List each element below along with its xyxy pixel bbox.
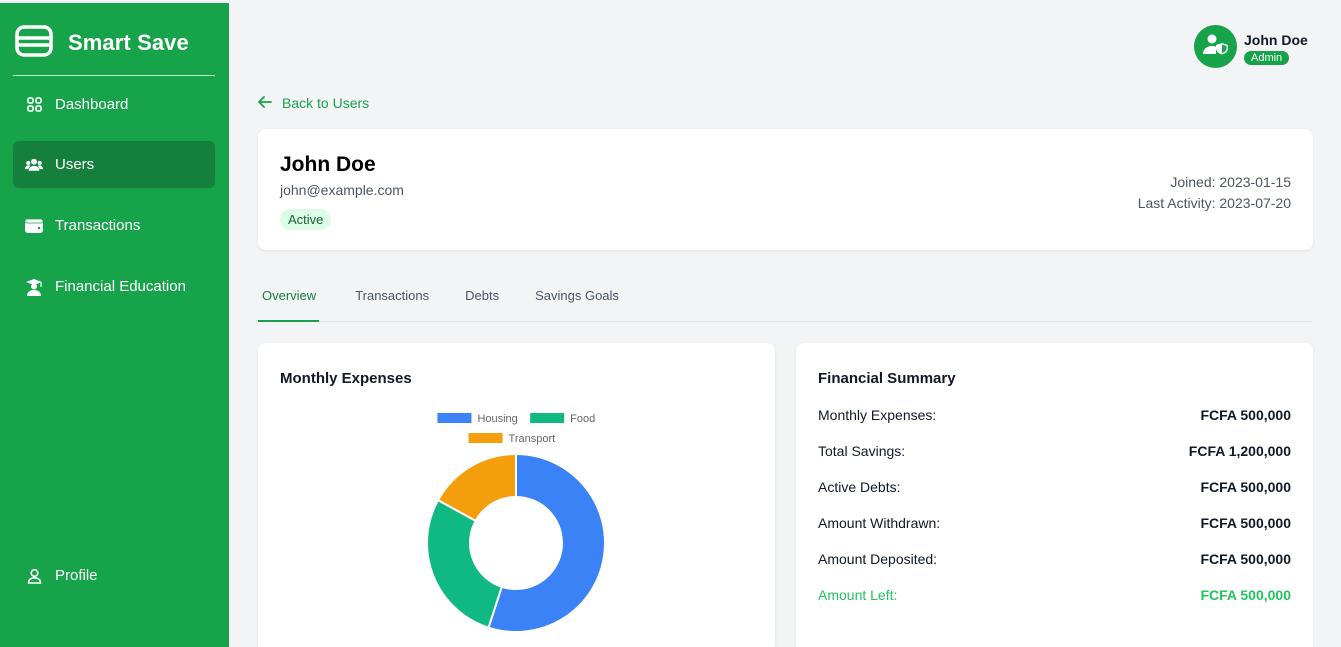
summary-label: Total Savings: [818,443,906,459]
sidebar-item-label: Dashboard [55,96,129,113]
tab-bar: Overview Transactions Debts Savings Goal… [258,278,1313,322]
sidebar-item-profile[interactable]: Profile [13,552,215,599]
brand[interactable]: Smart Save [14,23,189,63]
sidebar-item-transactions[interactable]: Transactions [13,202,215,249]
summary-label: Amount Deposited: [818,551,938,567]
back-link-label: Back to Users [282,95,370,111]
summary-list: Monthly Expenses: FCFA 500,000 Total Sav… [818,407,1291,623]
monthly-expenses-card: Monthly Expenses Housing Food Transport [258,343,775,647]
summary-value: FCFA 500,000 [1200,515,1291,531]
financial-summary-card: Financial Summary Monthly Expenses: FCFA… [796,343,1313,647]
sidebar-item-users[interactable]: Users [13,141,215,188]
graduation-icon [25,278,43,296]
legend-label-housing[interactable]: Housing [477,413,517,425]
sidebar: Smart Save Dashboard Users Transactions … [0,3,229,647]
summary-value: FCFA 1,200,000 [1188,443,1291,459]
sidebar-item-label: Financial Education [55,278,186,295]
last-activity-date: Last Activity: 2023-07-20 [1137,195,1291,211]
legend-swatch-housing[interactable] [437,413,472,423]
avatar [1194,25,1237,68]
tab-debts[interactable]: Debts [465,278,499,321]
summary-label: Amount Left: [818,587,898,603]
summary-value: FCFA 500,000 [1200,587,1291,603]
summary-value: FCFA 500,000 [1200,479,1291,495]
back-to-users-link[interactable]: Back to Users [258,95,369,111]
person-icon [25,567,43,585]
expenses-doughnut-chart: Housing Food Transport [426,413,606,633]
summary-row-total-savings: Total Savings: FCFA 1,200,000 [818,443,1291,479]
logo-icon [14,24,54,63]
legend-swatch-food[interactable] [530,413,565,423]
legend-label-transport[interactable]: Transport [509,433,556,445]
sidebar-item-dashboard[interactable]: Dashboard [13,81,215,128]
tab-transactions[interactable]: Transactions [355,278,429,321]
sidebar-item-label: Profile [55,567,98,584]
role-badge: Admin [1244,51,1290,65]
sidebar-item-financial-education[interactable]: Financial Education [13,263,215,310]
sidebar-item-label: Users [55,156,95,173]
summary-label: Amount Withdrawn: [818,515,941,531]
summary-value: FCFA 500,000 [1200,551,1291,567]
summary-row-amount-withdrawn: Amount Withdrawn: FCFA 500,000 [818,515,1291,551]
sidebar-item-label: Transactions [55,217,141,234]
card-title: Financial Summary [818,370,956,387]
profile-email: john@example.com [280,182,404,198]
summary-value: FCFA 500,000 [1200,407,1291,423]
summary-row-amount-left: Amount Left: FCFA 500,000 [818,587,1291,623]
profile-meta: Joined: 2023-01-15 Last Activity: 2023-0… [1138,172,1291,214]
joined-date: Joined: 2023-01-15 [1170,174,1291,190]
tab-savings-goals[interactable]: Savings Goals [535,278,619,321]
sidebar-divider [13,75,215,76]
user-name: John Doe [1244,32,1308,48]
app-title: Smart Save [68,30,189,55]
wallet-icon [25,217,43,235]
user-shield-icon [1202,33,1229,60]
slice-food[interactable] [426,498,504,629]
tab-overview[interactable]: Overview [258,278,320,322]
profile-name: John Doe [280,153,376,176]
summary-row-active-debts: Active Debts: FCFA 500,000 [818,479,1291,515]
dashboard-grid-icon [25,96,43,114]
legend-label-food[interactable]: Food [570,413,595,425]
users-icon [25,156,43,174]
summary-row-monthly-expenses: Monthly Expenses: FCFA 500,000 [818,407,1291,443]
summary-label: Active Debts: [818,479,901,495]
summary-label: Monthly Expenses: [818,407,937,423]
summary-row-amount-deposited: Amount Deposited: FCFA 500,000 [818,551,1291,587]
arrow-left-icon [258,95,272,111]
user-info: John Doe Admin [1244,25,1308,66]
user-menu[interactable]: John Doe Admin [1194,25,1308,68]
legend-swatch-transport[interactable] [468,433,503,443]
user-profile-card: John Doe john@example.com Active Joined:… [258,129,1313,250]
status-badge: Active [280,209,332,230]
